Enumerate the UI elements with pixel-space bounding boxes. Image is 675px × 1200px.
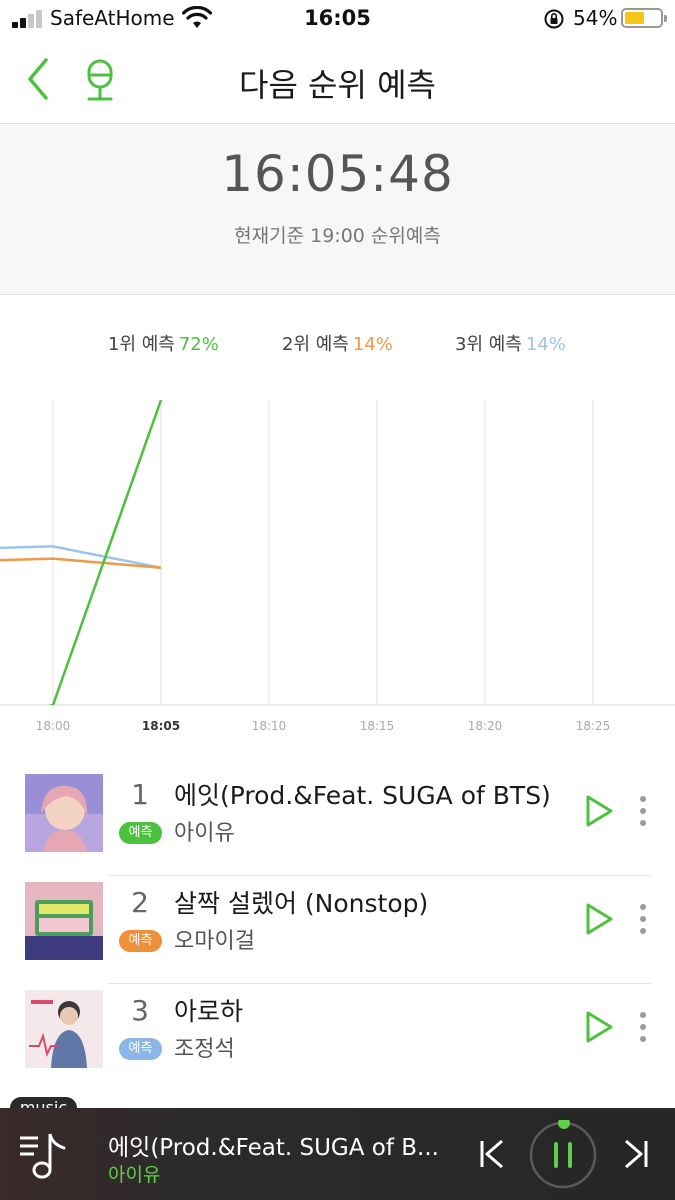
clock-panel: 16:05:48 현재기준 19:00 순위예측 xyxy=(0,125,675,295)
legend-value: 14% xyxy=(525,334,566,355)
song-title[interactable]: 아로하 xyxy=(174,992,243,1028)
prediction-line-chart: 18:00 18:05 18:10 18:15 18:20 18:25 xyxy=(0,400,675,733)
play-icon[interactable] xyxy=(584,1010,614,1044)
prediction-badge: 예측 xyxy=(119,1038,162,1060)
status-bar: SafeAtHome 16:05 54% xyxy=(0,0,675,40)
rank-number: 2 xyxy=(131,886,149,919)
now-playing-artist[interactable]: 아이유 xyxy=(108,1160,160,1187)
legend-label: 3위 예측 xyxy=(455,334,522,355)
prediction-badge: 예측 xyxy=(119,822,162,844)
now-playing-title[interactable]: 에잇(Prod.&Feat. SUGA of B... xyxy=(108,1128,439,1162)
legend-label: 2위 예측 xyxy=(282,334,349,355)
x-tick-label: 18:15 xyxy=(360,719,395,733)
song-title[interactable]: 살짝 설렜어 (Nonstop) xyxy=(174,884,428,920)
prediction-badge: 예측 xyxy=(119,930,162,952)
play-icon[interactable] xyxy=(584,902,614,936)
more-options-icon[interactable] xyxy=(636,901,650,937)
legend-value: 14% xyxy=(352,334,393,355)
rank-number: 1 xyxy=(131,778,149,811)
artist-name[interactable]: 아이유 xyxy=(174,815,235,847)
skip-previous-icon[interactable] xyxy=(478,1138,506,1170)
mini-player[interactable]: 에잇(Prod.&Feat. SUGA of B... 아이유 xyxy=(0,1108,675,1200)
playlist-music-icon[interactable] xyxy=(18,1130,70,1180)
legend-value: 72% xyxy=(178,334,219,355)
battery-icon xyxy=(621,8,667,28)
current-time-clock: 16:05:48 xyxy=(221,145,454,203)
prediction-basis-text: 현재기준 19:00 순위예측 xyxy=(234,225,441,247)
legend-label: 1위 예측 xyxy=(108,334,175,355)
x-tick-label: 18:20 xyxy=(468,719,503,733)
x-tick-label: 18:10 xyxy=(252,719,287,733)
x-tick-label: 18:25 xyxy=(576,719,611,733)
pause-icon[interactable] xyxy=(528,1120,598,1190)
album-art-2 xyxy=(25,882,103,960)
legend-item-rank-2: 2위 예측 14% xyxy=(282,330,393,356)
legend-item-rank-3: 3위 예측 14% xyxy=(455,330,566,356)
chart-row-3[interactable]: 3 아로하 예측 조정석 xyxy=(0,984,675,1092)
series-line-rank-1 xyxy=(48,400,163,705)
x-tick-label: 18:00 xyxy=(36,719,71,733)
chart-row-1[interactable]: 1 에잇(Prod.&Feat. SUGA of BTS) 예측 아이유 xyxy=(0,768,675,876)
rank-number: 3 xyxy=(131,994,149,1027)
chart-row-2[interactable]: 2 살짝 설렜어 (Nonstop) 예측 오마이걸 xyxy=(0,876,675,984)
x-tick-label: 18:05 xyxy=(142,719,180,733)
album-art-1 xyxy=(25,774,103,852)
page-title: 다음 순위 예측 xyxy=(239,66,436,104)
play-icon[interactable] xyxy=(584,794,614,828)
album-art-3 xyxy=(25,990,103,1068)
artist-name[interactable]: 오마이걸 xyxy=(174,923,255,955)
rotation-lock-icon xyxy=(544,9,564,29)
song-title[interactable]: 에잇(Prod.&Feat. SUGA of BTS) xyxy=(174,776,551,812)
top-app-bar: 다음 순위 예측 xyxy=(0,40,675,124)
battery-percent: 54% xyxy=(573,6,618,30)
legend-item-rank-1: 1위 예측 72% xyxy=(108,330,219,356)
artist-name[interactable]: 조정석 xyxy=(174,1031,235,1063)
more-options-icon[interactable] xyxy=(636,793,650,829)
more-options-icon[interactable] xyxy=(636,1009,650,1045)
skip-next-icon[interactable] xyxy=(622,1138,650,1170)
